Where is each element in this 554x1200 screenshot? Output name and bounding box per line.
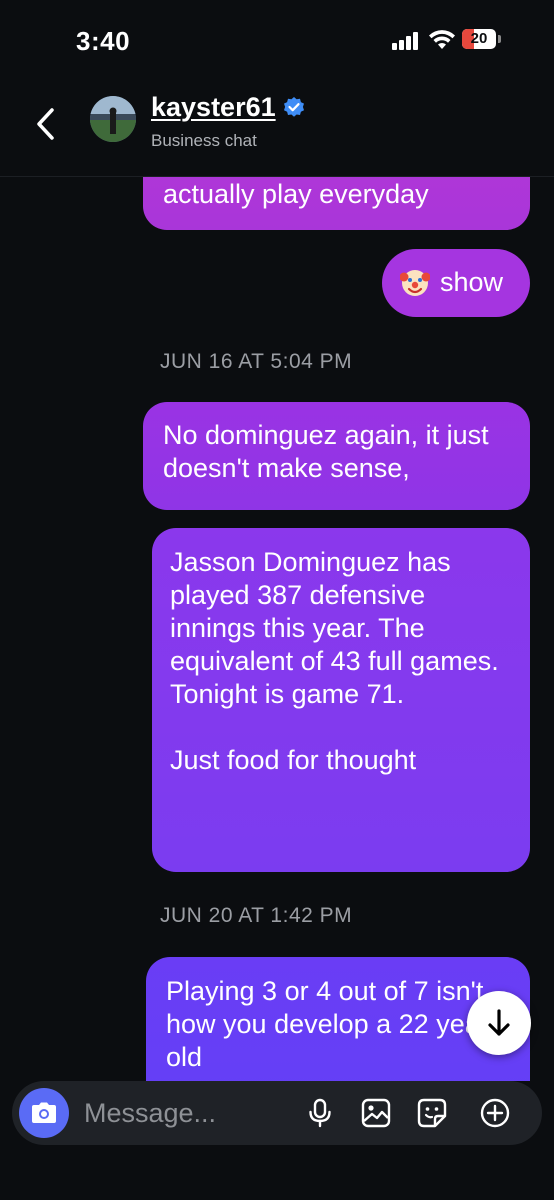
message-input[interactable] xyxy=(84,1094,284,1132)
wifi-icon xyxy=(429,30,455,49)
chat-subtitle: Business chat xyxy=(151,131,257,150)
cellular-signal-icon xyxy=(392,32,422,50)
scroll-to-bottom-button[interactable] xyxy=(467,991,531,1055)
arrow-down-icon xyxy=(488,1009,510,1036)
status-time: 3:40 xyxy=(76,26,131,56)
home-area xyxy=(0,1145,554,1200)
message-bubble[interactable]: actually play everyday xyxy=(143,176,530,230)
timestamp: JUN 20 AT 1:42 PM xyxy=(160,904,353,927)
message-text: show xyxy=(440,267,504,297)
chat-name[interactable]: kayster61 xyxy=(151,92,276,123)
clown-face-icon xyxy=(400,270,430,296)
battery-tip xyxy=(498,35,501,43)
message-bubble[interactable]: No dominguez again, it just doesn't make… xyxy=(143,402,530,510)
camera-button[interactable] xyxy=(19,1088,69,1138)
gallery-icon[interactable] xyxy=(360,1097,392,1129)
chat-header: kayster61 Business chat xyxy=(0,80,554,177)
back-chevron-icon[interactable] xyxy=(30,104,60,144)
status-bar: 3:40 20 xyxy=(0,0,554,80)
add-icon[interactable] xyxy=(479,1097,511,1129)
microphone-icon[interactable] xyxy=(304,1097,336,1129)
message-thread[interactable]: actually play everyday show JUN 16 AT 5:… xyxy=(0,176,554,1081)
avatar[interactable] xyxy=(90,96,136,142)
timestamp: JUN 16 AT 5:04 PM xyxy=(160,350,353,373)
battery-icon: 20 xyxy=(462,29,496,49)
camera-icon xyxy=(32,1102,56,1123)
verified-badge-icon xyxy=(283,96,304,117)
chat-name-row[interactable]: kayster61 xyxy=(151,92,306,123)
battery-level: 20 xyxy=(470,30,488,47)
message-bubble[interactable]: Jasson Dominguez has played 387 defensiv… xyxy=(152,528,530,872)
message-composer xyxy=(12,1081,542,1145)
sticker-icon[interactable] xyxy=(416,1097,448,1129)
message-bubble[interactable]: show xyxy=(382,249,530,317)
